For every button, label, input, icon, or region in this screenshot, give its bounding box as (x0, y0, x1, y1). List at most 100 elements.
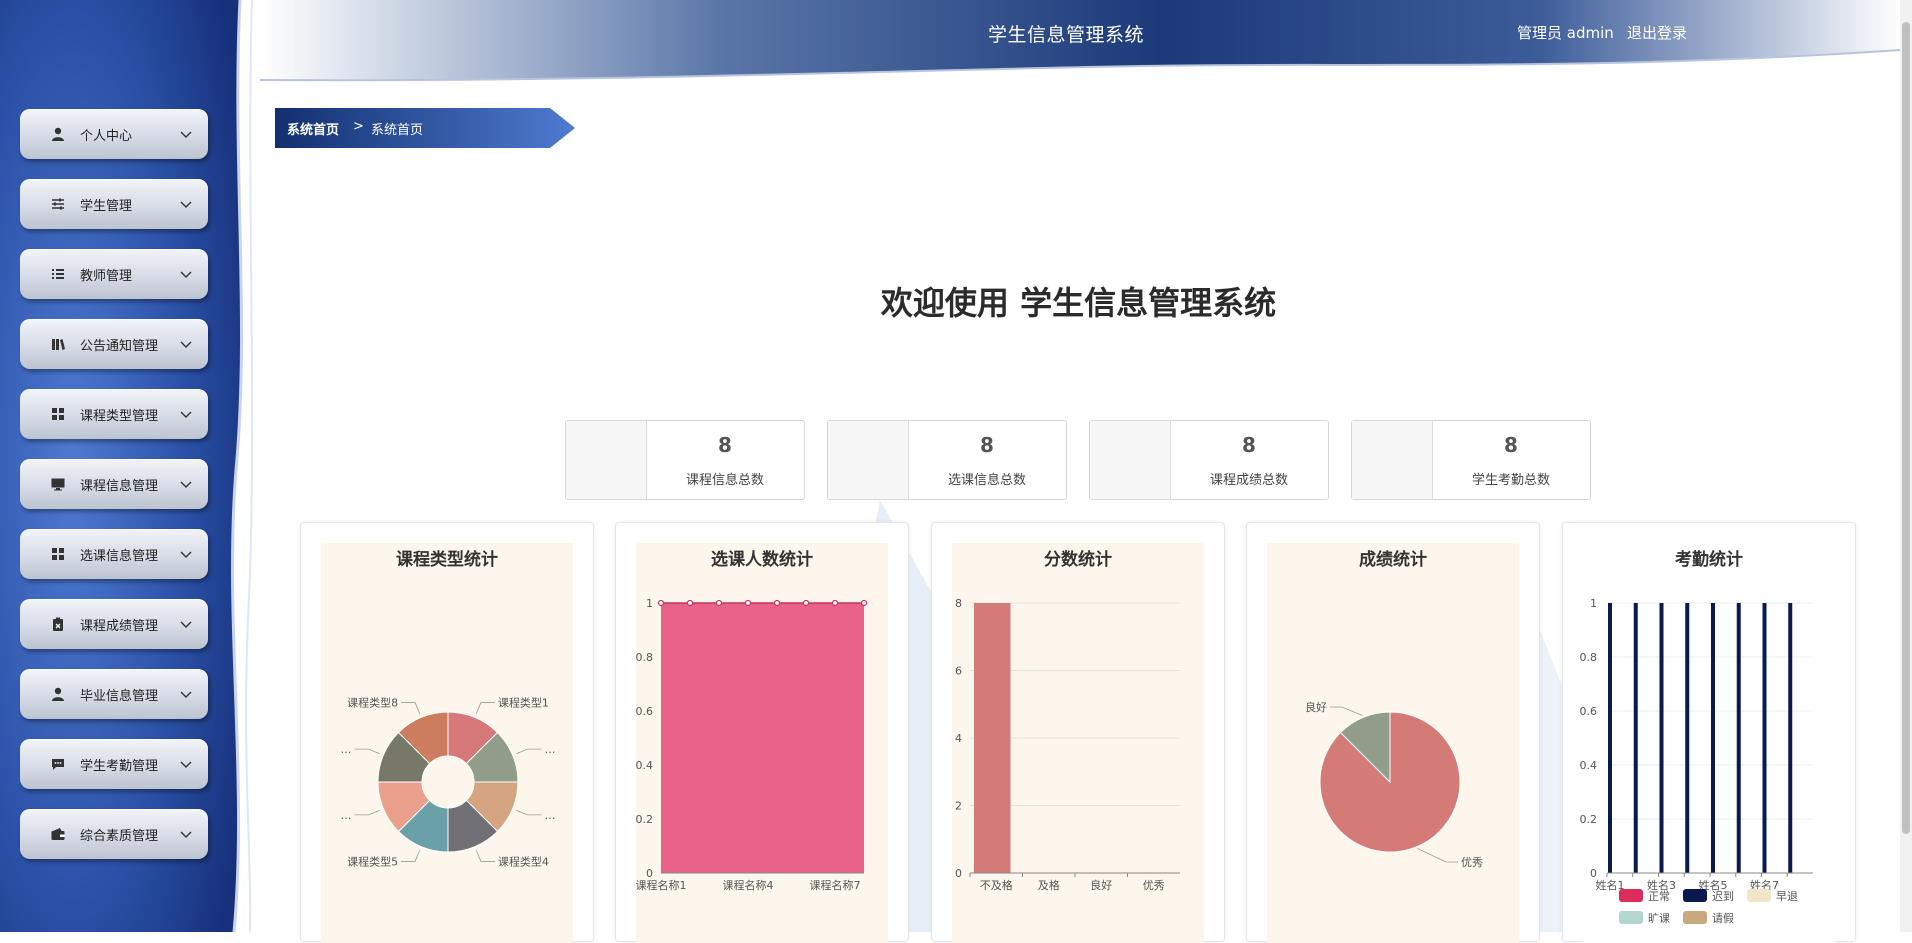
chevron-down-icon (180, 754, 192, 773)
slice-leader-line (401, 850, 421, 862)
x-tick-label: 不及格 (980, 878, 1013, 892)
slice-leader-line (1417, 848, 1458, 863)
sidebar-item-10[interactable]: 学生考勤管理 (20, 739, 208, 789)
sidebar-item-6[interactable]: 课程信息管理 (20, 459, 208, 509)
y-tick-label: 0.6 (636, 705, 654, 718)
sidebar-item-7[interactable]: 选课信息管理 (20, 529, 208, 579)
x-tick-label: 课程名称1 (636, 878, 687, 892)
attendance-bar-chart: 00.20.40.60.81姓名1 姓名3 姓名5 姓名7正常 迟到 早退旷课 请假 (1580, 597, 1813, 925)
sidebar-item-label: 选课信息管理 (80, 548, 159, 564)
slice-label: … (341, 809, 352, 822)
books-icon (50, 336, 66, 352)
stat-icon-area (828, 421, 909, 499)
slice-label: 课程类型4 (498, 854, 549, 868)
stat-value: 8 (1242, 433, 1256, 457)
data-point (715, 599, 723, 607)
slice-label: 良好 (1305, 700, 1327, 714)
sidebar-item-label: 课程成绩管理 (80, 618, 159, 634)
chevron-down-icon (180, 124, 192, 143)
sidebar-item-label: 综合素质管理 (80, 828, 159, 844)
y-tick-label: 0.4 (1580, 759, 1598, 772)
stat-card-course-info: 8 课程信息总数 (565, 420, 805, 500)
slice-label: … (544, 743, 555, 756)
chart-title: 分数统计 (1044, 550, 1112, 570)
breadcrumb-home-link[interactable]: 系统首页 (287, 119, 339, 138)
y-tick-label: 0.4 (636, 759, 654, 772)
sidebar-item-1[interactable]: 个人中心 (20, 109, 208, 159)
current-user: 管理员 admin (1517, 24, 1614, 42)
slice-leader-line (1330, 706, 1363, 716)
x-tick-label: 优秀 (1143, 879, 1165, 892)
bar (1608, 603, 1612, 873)
data-point (657, 599, 665, 607)
bar (1711, 603, 1715, 873)
y-tick-label: 0 (955, 867, 962, 880)
y-tick-label: 4 (955, 732, 962, 745)
logout-link[interactable]: 退出登录 (1627, 22, 1687, 43)
x-tick-label: 及格 (1038, 878, 1060, 892)
enrollment-area-chart: 00.20.40.60.81课程名称1 课程名称4 课程名称7 (636, 597, 868, 892)
stat-label: 课程成绩总数 (1209, 473, 1288, 488)
sidebar-item-4[interactable]: 公告通知管理 (20, 319, 208, 369)
sidebar-item-8[interactable]: 课程成绩管理 (20, 599, 208, 649)
legend-label: 早退 (1776, 890, 1798, 903)
slice-leader-line (516, 748, 542, 755)
sidebar-item-label: 学生考勤管理 (80, 758, 159, 774)
sidebar-item-label: 个人中心 (80, 128, 133, 144)
slice-label: 课程类型8 (347, 696, 398, 710)
stat-label: 选课信息总数 (947, 473, 1026, 488)
legend-label: 旷课 (1648, 911, 1670, 925)
chevron-down-icon (180, 404, 192, 423)
chevron-down-icon (180, 684, 192, 703)
legend-swatch (1619, 911, 1643, 924)
chevron-down-icon (180, 614, 192, 633)
bar (1659, 603, 1664, 873)
sidebar-item-11[interactable]: 综合素质管理 (20, 809, 208, 859)
sidebar-item-label: 公告通知管理 (80, 338, 159, 354)
y-tick-label: 2 (955, 800, 962, 813)
chart-title: 考勤统计 (1675, 550, 1743, 570)
bar (1762, 603, 1767, 873)
user-icon (50, 686, 66, 702)
data-point (802, 599, 810, 607)
chat-icon (50, 756, 66, 772)
bar (974, 603, 1011, 873)
chevron-down-icon (180, 474, 192, 493)
slice-leader-line (354, 748, 380, 755)
chart-card-enrollment: 0 0.2 0.4 0.6 0.8 1 课程名称1 课程名称4 课程名称7 选课人数统计 (615, 522, 909, 943)
sidebar-item-9[interactable]: 毕业信息管理 (20, 669, 208, 719)
sidebar: 个人中心 学生管理 教师管理 公告通知管理 课程类型管理 课程信息管理 选课信息管理 课程成绩… (0, 0, 260, 932)
y-tick-label: 0.2 (636, 813, 654, 826)
sidebar-item-2[interactable]: 学生管理 (20, 179, 208, 229)
slice-leader-line (516, 809, 542, 816)
top-header: 学生信息管理系统 管理员 admin 退出登录 (260, 0, 1900, 90)
stat-card-enrollment: 8 选课信息总数 (827, 420, 1067, 500)
clipboard-icon (50, 616, 66, 632)
legend-swatch (1683, 911, 1707, 924)
y-tick-label: 1 (646, 597, 653, 610)
scrollbar-thumb[interactable] (1902, 22, 1910, 834)
grade-pie-chart: 优秀 良好 (1305, 700, 1483, 869)
chart-card-score: 0 2 4 6 8 不及格 及格 良好 优秀 分数统计 (931, 522, 1225, 943)
grid-icon (50, 546, 66, 562)
area-fill (661, 603, 864, 873)
slice-leader-line (475, 702, 495, 714)
sidebar-item-5[interactable]: 课程类型管理 (20, 389, 208, 439)
x-tick-label: 课程名称4 (723, 878, 774, 892)
chart-title: 课程类型统计 (396, 550, 498, 570)
y-tick-label: 6 (955, 665, 962, 678)
score-bar-chart: 0 2 4 6 8 不及格 及格 良好 优秀 (955, 597, 1180, 892)
stat-card-grades: 8 课程成绩总数 (1089, 420, 1329, 500)
page-scrollbar[interactable] (1900, 0, 1912, 932)
slice-leader-line (401, 702, 421, 714)
course-type-donut-chart: 课程类型1 … … 课程类型4 课程类型5 … … 课程类型8 (341, 696, 556, 869)
sidebar-item-label: 毕业信息管理 (80, 688, 159, 704)
y-tick-label: 1 (1590, 597, 1597, 610)
chevron-down-icon (180, 824, 192, 843)
y-tick-label: 0.6 (1580, 705, 1598, 718)
bar (1685, 603, 1690, 873)
stat-card-attendance: 8 学生考勤总数 (1351, 420, 1591, 500)
data-point (686, 599, 694, 607)
sidebar-item-label: 课程类型管理 (80, 408, 159, 424)
data-point (744, 599, 752, 607)
